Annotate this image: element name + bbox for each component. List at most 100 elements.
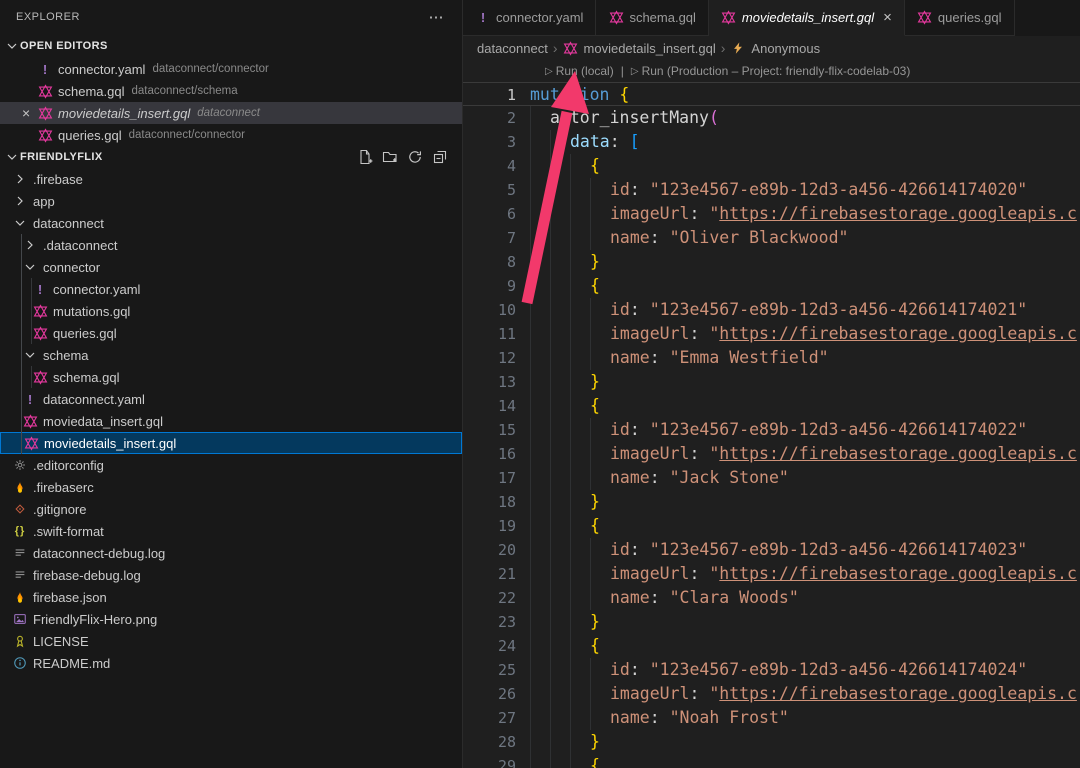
indent-guides xyxy=(530,418,610,442)
code-line-23[interactable]: 23} xyxy=(463,610,1080,634)
tree-item-README.md[interactable]: README.md xyxy=(0,652,462,674)
open-editor-moviedetails_insert.gql[interactable]: ×moviedetails_insert.gqldataconnect xyxy=(0,102,462,124)
line-number: 29 xyxy=(463,754,516,768)
code-line-11[interactable]: 11imageUrl: "https://firebasestorage.goo… xyxy=(463,322,1080,346)
open-editor-queries.gql[interactable]: queries.gqldataconnect/connector xyxy=(0,124,462,146)
line-number: 10 xyxy=(463,298,516,322)
tree-item-FriendlyFlix-Hero.png[interactable]: FriendlyFlix-Hero.png xyxy=(0,608,462,630)
code-line-3[interactable]: 3data: [ xyxy=(463,130,1080,154)
code-line-5[interactable]: 5id: "123e4567-e89b-12d3-a456-4266141740… xyxy=(463,178,1080,202)
token: : xyxy=(650,706,670,730)
code-line-17[interactable]: 17name: "Jack Stone" xyxy=(463,466,1080,490)
breadcrumb-item-moviedetails_insert.gql[interactable]: moviedetails_insert.gql xyxy=(563,41,716,56)
more-actions-icon[interactable]: ⋯ xyxy=(429,8,445,26)
tree-item-.firebase[interactable]: .firebase xyxy=(0,168,462,190)
token: : xyxy=(630,658,650,682)
code-text: name: "Jack Stone" xyxy=(530,466,789,490)
tree-item-.swift-format[interactable]: {}.swift-format xyxy=(0,520,462,542)
tree-item-connector.yaml[interactable]: !connector.yaml xyxy=(0,278,462,300)
code-line-19[interactable]: 19{ xyxy=(463,514,1080,538)
tree-item-.editorconfig[interactable]: .editorconfig xyxy=(0,454,462,476)
tab-schema.gql[interactable]: schema.gql xyxy=(596,0,708,36)
line-number: 15 xyxy=(463,418,516,442)
indent-guides xyxy=(530,274,590,298)
code-line-16[interactable]: 16imageUrl: "https://firebasestorage.goo… xyxy=(463,442,1080,466)
tree-item-firebase.json[interactable]: firebase.json xyxy=(0,586,462,608)
code-line-4[interactable]: 4{ xyxy=(463,154,1080,178)
tree-item-firebase-debug.log[interactable]: firebase-debug.log xyxy=(0,564,462,586)
indent-guides xyxy=(530,178,610,202)
code-line-12[interactable]: 12name: "Emma Westfield" xyxy=(463,346,1080,370)
tree-item-schema.gql[interactable]: schema.gql xyxy=(0,366,462,388)
code-area[interactable]: 1mutation {2actor_insertMany(3data: [4{5… xyxy=(463,82,1080,768)
open-editors-header[interactable]: OPEN EDITORS xyxy=(0,34,462,58)
breadcrumb-item-Anonymous[interactable]: Anonymous xyxy=(730,41,820,56)
code-line-20[interactable]: 20id: "123e4567-e89b-12d3-a456-426614174… xyxy=(463,538,1080,562)
close-icon[interactable]: × xyxy=(883,9,892,26)
run-production-link[interactable]: Run (Production – Project: friendly-flix… xyxy=(642,64,911,78)
code-line-18[interactable]: 18} xyxy=(463,490,1080,514)
code-line-21[interactable]: 21imageUrl: "https://firebasestorage.goo… xyxy=(463,562,1080,586)
code-line-27[interactable]: 27name: "Noah Frost" xyxy=(463,706,1080,730)
line-number: 16 xyxy=(463,442,516,466)
tree-item-.gitignore[interactable]: .gitignore xyxy=(0,498,462,520)
tree-item-label: FriendlyFlix-Hero.png xyxy=(33,612,157,627)
close-icon[interactable]: × xyxy=(22,106,37,120)
code-text: id: "123e4567-e89b-12d3-a456-42661417402… xyxy=(530,658,1027,682)
code-line-9[interactable]: 9{ xyxy=(463,274,1080,298)
tree-item-schema[interactable]: schema xyxy=(0,344,462,366)
code-line-1[interactable]: 1mutation { xyxy=(463,82,1080,106)
tree-item-dataconnect[interactable]: dataconnect xyxy=(0,212,462,234)
new-folder-icon[interactable] xyxy=(382,149,398,165)
token: " xyxy=(709,202,719,226)
tab-moviedetails_insert.gql[interactable]: moviedetails_insert.gql× xyxy=(709,0,905,36)
open-editor-label: moviedetails_insert.gql xyxy=(58,106,190,121)
open-editor-schema.gql[interactable]: schema.gqldataconnect/schema xyxy=(0,80,462,102)
code-line-29[interactable]: 29{ xyxy=(463,754,1080,768)
code-line-7[interactable]: 7name: "Oliver Blackwood" xyxy=(463,226,1080,250)
tree-item-app[interactable]: app xyxy=(0,190,462,212)
tree-item-dataconnect.yaml[interactable]: !dataconnect.yaml xyxy=(0,388,462,410)
tree-item-LICENSE[interactable]: LICENSE xyxy=(0,630,462,652)
token: ( xyxy=(709,106,719,130)
code-line-10[interactable]: 10id: "123e4567-e89b-12d3-a456-426614174… xyxy=(463,298,1080,322)
breadcrumb-label: Anonymous xyxy=(751,41,820,56)
collapse-all-icon[interactable] xyxy=(432,149,448,165)
gql-icon xyxy=(23,436,39,451)
project-section-header[interactable]: FRIENDLYFLIX xyxy=(0,146,462,168)
token: : xyxy=(650,226,670,250)
tree-item-.firebaserc[interactable]: .firebaserc xyxy=(0,476,462,498)
code-line-22[interactable]: 22name: "Clara Woods" xyxy=(463,586,1080,610)
code-line-24[interactable]: 24{ xyxy=(463,634,1080,658)
tab-connector.yaml[interactable]: !connector.yaml xyxy=(463,0,596,36)
editor-region[interactable]: !connector.yamlschema.gqlmoviedetails_in… xyxy=(463,0,1080,768)
code-line-15[interactable]: 15id: "123e4567-e89b-12d3-a456-426614174… xyxy=(463,418,1080,442)
tree-item-moviedata_insert.gql[interactable]: moviedata_insert.gql xyxy=(0,410,462,432)
tree-item-connector[interactable]: connector xyxy=(0,256,462,278)
breadcrumb-item-dataconnect[interactable]: dataconnect xyxy=(477,41,548,56)
indent-guides xyxy=(530,586,610,610)
new-file-icon[interactable] xyxy=(357,149,373,165)
code-line-13[interactable]: 13} xyxy=(463,370,1080,394)
indent-guides xyxy=(530,466,610,490)
tree-item-label: moviedata_insert.gql xyxy=(43,414,163,429)
run-local-link[interactable]: Run (local) xyxy=(556,64,614,78)
braces-icon: {} xyxy=(12,525,28,537)
tree-item-mutations.gql[interactable]: mutations.gql xyxy=(0,300,462,322)
tree-item-dataconnect-debug.log[interactable]: dataconnect-debug.log xyxy=(0,542,462,564)
code-line-14[interactable]: 14{ xyxy=(463,394,1080,418)
code-line-25[interactable]: 25id: "123e4567-e89b-12d3-a456-426614174… xyxy=(463,658,1080,682)
tab-queries.gql[interactable]: queries.gql xyxy=(905,0,1015,36)
code-line-6[interactable]: 6imageUrl: "https://firebasestorage.goog… xyxy=(463,202,1080,226)
refresh-icon[interactable] xyxy=(407,149,423,165)
token: "123e4567-e89b-12d3-a456-426614174023" xyxy=(650,538,1028,562)
open-editor-connector.yaml[interactable]: !connector.yamldataconnect/connector xyxy=(0,58,462,80)
indent-guides xyxy=(530,682,610,706)
code-line-28[interactable]: 28} xyxy=(463,730,1080,754)
code-line-8[interactable]: 8} xyxy=(463,250,1080,274)
tree-item-queries.gql[interactable]: queries.gql xyxy=(0,322,462,344)
code-line-2[interactable]: 2actor_insertMany( xyxy=(463,106,1080,130)
tree-item-.dataconnect[interactable]: .dataconnect xyxy=(0,234,462,256)
tree-item-moviedetails_insert.gql[interactable]: moviedetails_insert.gql xyxy=(0,432,462,454)
code-line-26[interactable]: 26imageUrl: "https://firebasestorage.goo… xyxy=(463,682,1080,706)
